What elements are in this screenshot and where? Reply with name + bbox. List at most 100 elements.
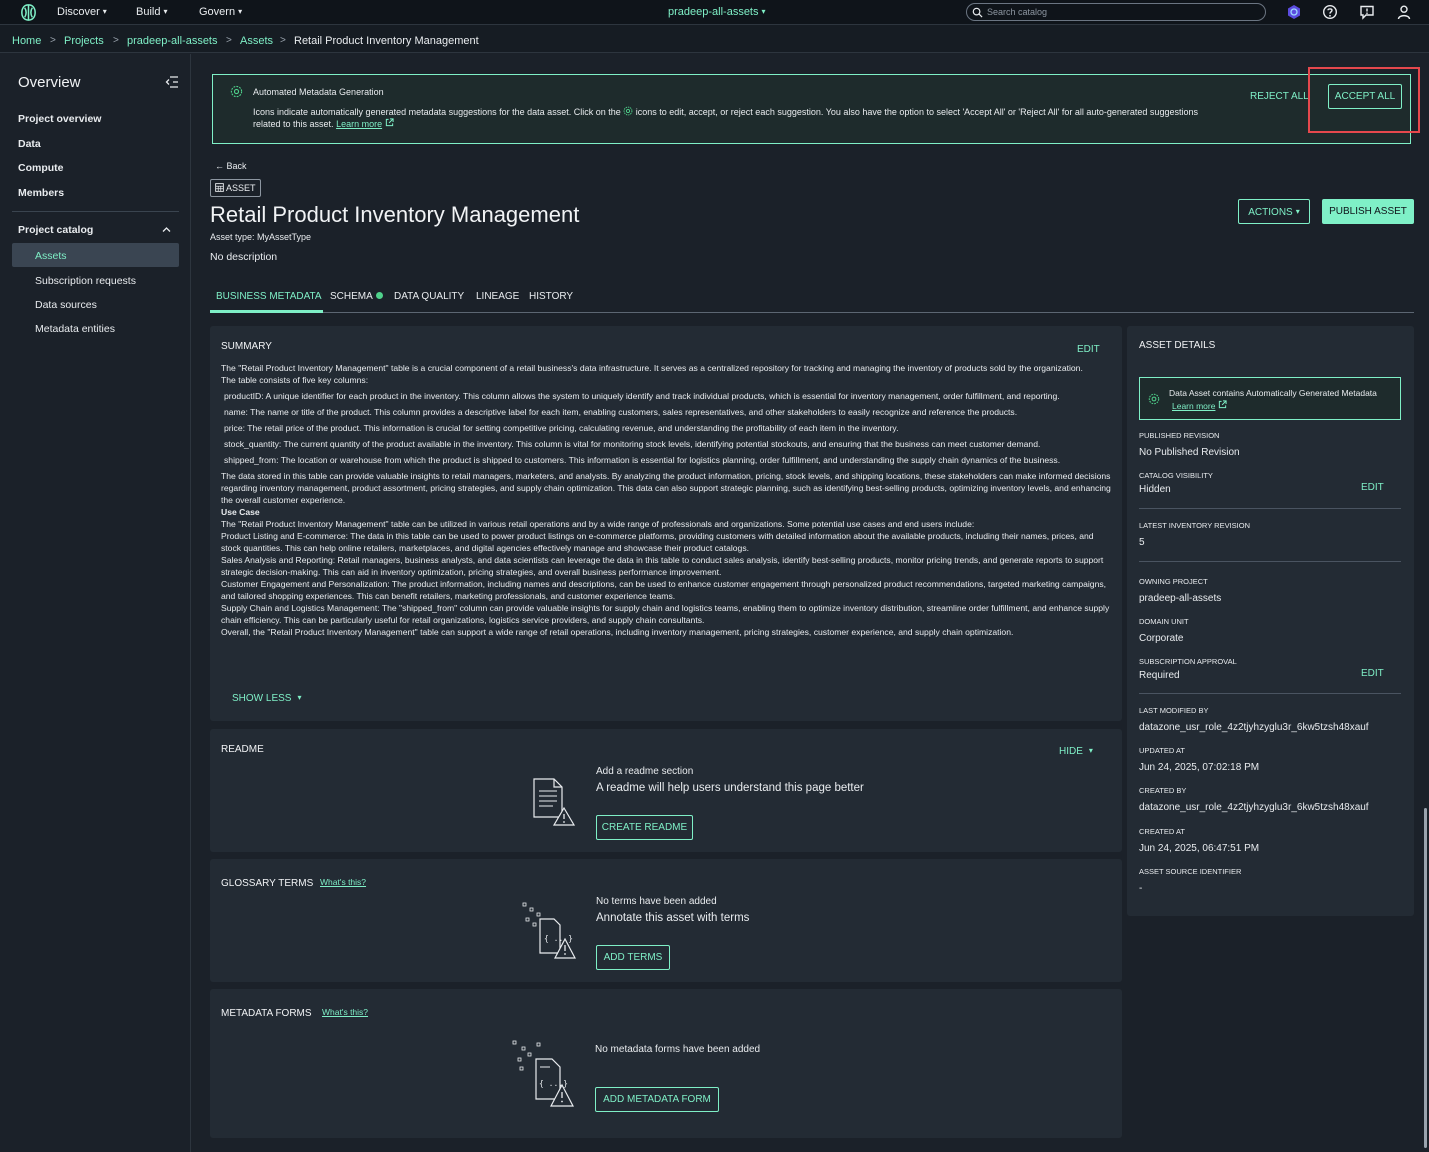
highlight-box — [1308, 67, 1420, 133]
metadata-forms-empty-text: No metadata forms have been added — [595, 1044, 761, 1055]
nav-discover[interactable]: Discover ▾ — [57, 6, 107, 18]
sidebar-item-data[interactable]: Data — [18, 138, 41, 150]
glossary-whats-this-link[interactable]: What's this? — [320, 877, 366, 887]
metadata-forms-panel: METADATA FORMS What's this? { ...} No me… — [210, 989, 1122, 1138]
readme-title: README — [221, 744, 264, 755]
search-input[interactable] — [987, 6, 1257, 18]
asset-details-panel: ASSET DETAILS Data Asset contains Automa… — [1127, 326, 1414, 916]
assistant-icon[interactable] — [1286, 4, 1302, 20]
sidebar-item-data-sources[interactable]: Data sources — [35, 299, 97, 311]
banner-text-part: Icons indicate automatically generated m… — [253, 107, 621, 117]
app-logo-icon[interactable] — [19, 3, 38, 22]
breadcrumb-assets[interactable]: Assets — [240, 35, 273, 47]
help-icon[interactable] — [1322, 4, 1338, 20]
chevron-down-icon: ▾ — [297, 693, 302, 702]
breadcrumb-project[interactable]: pradeep-all-assets — [127, 35, 218, 47]
add-metadata-form-button[interactable]: ADD METADATA FORM — [595, 1087, 719, 1112]
created-at-value: Jun 24, 2025, 06:47:51 PM — [1139, 843, 1260, 854]
tab-schema[interactable]: SCHEMA — [330, 291, 383, 302]
summary-paragraph: Overall, the "Retail Product Inventory M… — [221, 627, 1014, 637]
terms-warning-icon: { ...} — [522, 902, 576, 959]
status-dot — [375, 292, 383, 299]
document-warning-icon — [533, 778, 576, 826]
external-link-icon[interactable] — [385, 118, 394, 127]
chevron-up-icon[interactable] — [162, 226, 171, 233]
tab-schema-label: SCHEMA — [330, 291, 373, 302]
readme-hide-button[interactable]: HIDE ▾ — [1059, 746, 1093, 757]
summary-paragraph: The "Retail Product Inventory Management… — [221, 519, 975, 529]
sidebar-item-members[interactable]: Members — [18, 187, 64, 199]
summary-paragraph: Customer Engagement and Personalization:… — [221, 579, 1107, 601]
glossary-empty-title: No terms have been added — [596, 896, 717, 907]
created-by-value: datazone_usr_role_4z2tjyhzyglu3r_6kw5tzs… — [1139, 802, 1369, 813]
active-tab-indicator — [210, 310, 323, 313]
readme-panel: README HIDE ▾ Add a readme section A read… — [210, 729, 1122, 852]
back-link[interactable]: ← Back — [215, 161, 247, 171]
sidebar-item-assets-label: Assets — [35, 250, 67, 262]
ai-generated-icon — [230, 85, 243, 98]
summary-paragraph: The "Retail Product Inventory Management… — [221, 363, 1083, 373]
chevron-down-icon: ▾ — [761, 7, 766, 16]
banner-learn-more-link[interactable]: Learn more — [336, 119, 382, 129]
summary-column-item: productID: A unique identifier for each … — [224, 391, 1060, 401]
readme-hide-label: HIDE — [1059, 746, 1083, 757]
summary-column-item: name: The name or title of the product. … — [224, 407, 1018, 417]
reject-all-button[interactable]: REJECT ALL — [1250, 91, 1309, 102]
summary-panel: SUMMARY EDIT The "Retail Product Invento… — [210, 326, 1122, 721]
user-icon[interactable] — [1396, 4, 1412, 20]
create-readme-button[interactable]: CREATE README — [596, 815, 693, 840]
breadcrumb-projects[interactable]: Projects — [64, 35, 104, 47]
actions-dropdown[interactable]: ACTIONS ▾ — [1238, 199, 1310, 224]
latest-revision-label: LATEST INVENTORY REVISION — [1139, 521, 1251, 530]
add-terms-button[interactable]: ADD TERMS — [596, 945, 670, 970]
subscription-approval-value: Required — [1139, 670, 1180, 681]
collapse-sidebar-icon[interactable] — [165, 76, 179, 88]
tab-data-quality[interactable]: DATA QUALITY — [394, 291, 464, 302]
metadata-forms-whats-this-link[interactable]: What's this? — [322, 1007, 368, 1017]
ai-generated-icon — [1148, 393, 1160, 405]
tab-business-metadata[interactable]: BUSINESS METADATA — [216, 291, 322, 302]
page-scrollbar[interactable] — [1424, 808, 1427, 1148]
search-box[interactable] — [966, 3, 1266, 21]
summary-paragraph: Sales Analysis and Reporting: Retail man… — [221, 555, 1104, 577]
project-selector[interactable]: pradeep-all-assets ▾ — [668, 6, 766, 18]
domain-unit-value: Corporate — [1139, 633, 1184, 644]
sidebar-item-project-overview[interactable]: Project overview — [18, 113, 101, 125]
published-revision-value: No Published Revision — [1139, 447, 1240, 458]
sidebar-item-subscription-requests[interactable]: Subscription requests — [35, 275, 136, 287]
sidebar-item-compute[interactable]: Compute — [18, 162, 64, 174]
external-link-icon[interactable] — [1218, 400, 1227, 409]
breadcrumb-home[interactable]: Home — [12, 35, 41, 47]
breadcrumb-separator: > — [50, 35, 56, 46]
ai-generated-icon — [623, 106, 633, 116]
svg-text:{ ...}: { ...} — [539, 1079, 568, 1088]
visibility-edit-button[interactable]: EDIT — [1361, 482, 1384, 493]
feedback-icon[interactable] — [1359, 4, 1375, 20]
notice-learn-more-link[interactable]: Learn more — [1172, 401, 1215, 411]
show-less-button[interactable]: SHOW LESS ▾ — [232, 693, 301, 704]
tab-lineage[interactable]: LINEAGE — [476, 291, 519, 302]
banner-text: Icons indicate automatically generated m… — [253, 106, 1213, 130]
source-identifier-value: - — [1139, 883, 1143, 894]
nav-govern[interactable]: Govern ▾ — [199, 6, 242, 18]
notice-learn-more[interactable]: Learn more — [1172, 400, 1227, 411]
summary-edit-button[interactable]: EDIT — [1077, 344, 1100, 355]
page-title: Retail Product Inventory Management — [210, 202, 580, 227]
sidebar-item-metadata-entities[interactable]: Metadata entities — [35, 323, 115, 335]
chevron-down-icon: ▾ — [102, 7, 107, 16]
nav-build[interactable]: Build ▾ — [136, 6, 167, 18]
glossary-title: GLOSSARY TERMS — [221, 878, 314, 889]
readme-empty-text: A readme will help users understand this… — [596, 782, 864, 794]
tab-bar: BUSINESS METADATA SCHEMA DATA QUALITY LI… — [210, 288, 1414, 313]
publish-asset-button[interactable]: PUBLISH ASSET — [1322, 199, 1414, 224]
subscription-edit-button[interactable]: EDIT — [1361, 668, 1384, 679]
source-identifier-label: ASSET SOURCE IDENTIFIER — [1139, 867, 1242, 876]
asset-description: No description — [210, 251, 278, 263]
sidebar-section-project-catalog[interactable]: Project catalog — [18, 224, 93, 236]
tab-history[interactable]: HISTORY — [529, 291, 573, 302]
breadcrumb: Home > Projects > pradeep-all-assets > A… — [0, 25, 1429, 53]
asset-tag: ASSET — [210, 179, 261, 197]
summary-text: The "Retail Product Inventory Management… — [221, 362, 1111, 638]
owning-project-value: pradeep-all-assets — [1139, 593, 1222, 604]
glossary-terms-panel: GLOSSARY TERMS What's this? { ...} No te… — [210, 859, 1122, 982]
